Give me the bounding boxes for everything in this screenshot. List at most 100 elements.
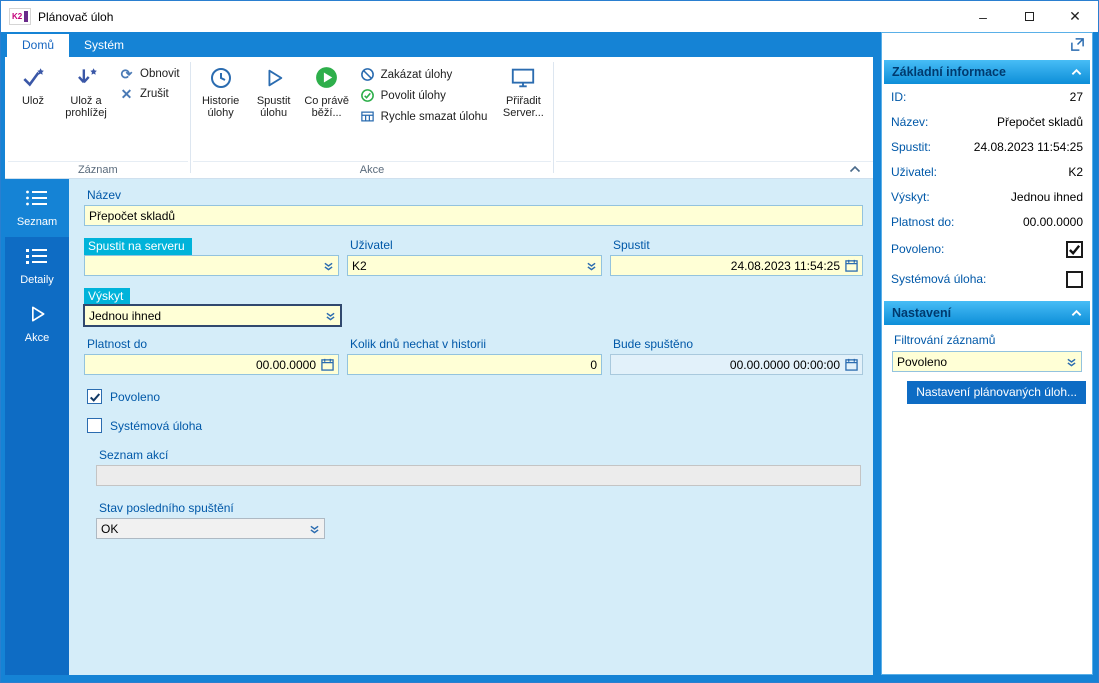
action-list-field bbox=[96, 465, 861, 486]
ribbon: Ulož Ulož a prohlížej ⟳ Obnovit ✕ Zrušit… bbox=[5, 57, 873, 179]
run-task-button[interactable]: Spustit úlohu bbox=[249, 60, 299, 161]
task-history-button[interactable]: Historie úlohy bbox=[193, 60, 249, 161]
ribbon-separator bbox=[189, 62, 191, 173]
enabled-checkbox[interactable] bbox=[87, 389, 102, 404]
play-circle-icon bbox=[314, 63, 339, 92]
filter-records-label: Filtrování záznamů bbox=[894, 333, 996, 347]
info-row-povoleno: Povoleno: bbox=[882, 234, 1092, 264]
chevron-up-icon[interactable] bbox=[1071, 309, 1082, 317]
ribbon-collapse-button[interactable] bbox=[849, 162, 861, 178]
calendar-icon[interactable] bbox=[845, 259, 858, 272]
sidebar-item-seznam[interactable]: Seznam bbox=[5, 179, 69, 237]
system-task-checkbox[interactable] bbox=[87, 418, 102, 433]
window-frame: Domů Systém Ulož Ulož a prohlížej ⟳ Obno… bbox=[1, 32, 1098, 682]
name-label: Název bbox=[87, 188, 122, 202]
chevron-down-icon[interactable] bbox=[325, 311, 336, 321]
save-button[interactable]: Ulož bbox=[8, 60, 58, 161]
valid-until-label: Platnost do bbox=[87, 337, 148, 351]
window-controls: – ✕ bbox=[960, 1, 1098, 32]
start-datetime-input[interactable]: 24.08.2023 11:54:25 bbox=[610, 255, 863, 276]
occurrence-label: Výskyt bbox=[84, 288, 131, 305]
run-on-server-combo[interactable] bbox=[84, 255, 339, 276]
cancel-button[interactable]: ✕ Zrušit bbox=[118, 87, 180, 101]
prohibit-icon bbox=[359, 67, 376, 82]
titlebar: K2 Plánovač úloh – ✕ bbox=[1, 1, 1098, 32]
basic-info-header[interactable]: Základní informace bbox=[884, 60, 1090, 84]
chevron-down-icon[interactable] bbox=[1066, 357, 1077, 367]
group-label-zaznam: Záznam bbox=[8, 161, 188, 178]
task-detail-form: Název Přepočet skladů Spustit na serveru bbox=[69, 179, 873, 675]
save-icon bbox=[20, 63, 46, 92]
occurrence-combo[interactable]: Jednou ihned bbox=[83, 304, 342, 327]
assign-server-button[interactable]: Přiřadit Server... bbox=[495, 60, 551, 161]
refresh-button[interactable]: ⟳ Obnovit bbox=[118, 67, 180, 81]
sidebar-item-detaily[interactable]: Detaily bbox=[5, 237, 69, 295]
check-circle-icon bbox=[359, 88, 376, 103]
user-combo[interactable]: K2 bbox=[347, 255, 602, 276]
save-and-view-button[interactable]: Ulož a prohlížej bbox=[58, 60, 114, 161]
right-info-panel: Základní informace ID: 27 Název: Přepoče… bbox=[881, 32, 1093, 675]
last-run-status-combo[interactable]: OK bbox=[96, 518, 325, 539]
chevron-down-icon[interactable] bbox=[309, 524, 320, 534]
info-row-uzivatel: Uživatel: K2 bbox=[891, 164, 1083, 179]
save-and-view-icon bbox=[73, 63, 99, 92]
info-row-vyskyt: Výskyt: Jednou ihned bbox=[891, 189, 1083, 204]
system-task-checkbox-row: Systémová úloha bbox=[87, 418, 873, 433]
run-on-server-label: Spustit na serveru bbox=[84, 238, 192, 255]
left-sidebar: Seznam Detaily Akce bbox=[5, 179, 69, 675]
cancel-icon: ✕ bbox=[120, 86, 133, 102]
minimize-icon: – bbox=[979, 8, 987, 25]
ribbon-separator bbox=[553, 62, 555, 173]
settings-header[interactable]: Nastavení bbox=[884, 301, 1090, 325]
enable-tasks-button[interactable]: Povolit úlohy bbox=[359, 88, 488, 103]
currently-running-button[interactable]: Co právě běží... bbox=[299, 60, 355, 161]
maximize-icon bbox=[1024, 12, 1034, 21]
valid-until-input[interactable]: 00.00.0000 bbox=[84, 354, 339, 375]
chevron-down-icon[interactable] bbox=[323, 261, 334, 271]
tab-domu[interactable]: Domů bbox=[7, 34, 70, 57]
name-input[interactable]: Přepočet skladů bbox=[84, 205, 863, 226]
next-run-label: Bude spuštěno bbox=[613, 337, 694, 351]
clock-icon bbox=[209, 63, 233, 92]
calendar-icon[interactable] bbox=[321, 358, 334, 371]
close-button[interactable]: ✕ bbox=[1052, 1, 1098, 32]
disable-tasks-button[interactable]: Zakázat úlohy bbox=[359, 67, 488, 82]
system-task-label: Systémová úloha bbox=[110, 418, 203, 433]
start-label: Spustit bbox=[613, 238, 650, 252]
history-days-input[interactable]: 0 bbox=[347, 354, 602, 375]
group-label-akce: Akce bbox=[192, 161, 552, 178]
window-title: Plánovač úloh bbox=[38, 9, 114, 24]
chevron-down-icon[interactable] bbox=[586, 261, 597, 271]
chevron-up-icon[interactable] bbox=[1071, 68, 1082, 76]
enabled-checkbox-row: Povoleno bbox=[87, 389, 873, 404]
last-run-status-label: Stav posledního spuštění bbox=[99, 501, 234, 515]
play-icon bbox=[263, 63, 285, 92]
maximize-button[interactable] bbox=[1006, 1, 1052, 32]
quick-delete-task-button[interactable]: Rychle smazat úlohu bbox=[359, 109, 487, 124]
user-label: Uživatel bbox=[350, 238, 393, 252]
tab-system[interactable]: Systém bbox=[69, 34, 139, 57]
info-row-platnost: Platnost do: 00.00.0000 bbox=[891, 214, 1083, 229]
ribbon-group-akce: Historie úlohy Spustit úlohu Co právě bě… bbox=[192, 57, 552, 178]
app-icon: K2 bbox=[9, 8, 31, 25]
minimize-button[interactable]: – bbox=[960, 1, 1006, 32]
list-icon bbox=[25, 188, 49, 211]
grid-delete-icon bbox=[359, 109, 376, 124]
monitor-icon bbox=[510, 63, 536, 92]
scheduled-tasks-settings-button[interactable]: Nastavení plánovaných úloh... bbox=[907, 381, 1086, 404]
play-outline-icon bbox=[27, 304, 47, 327]
info-row-nazev: Název: Přepočet skladů bbox=[891, 114, 1083, 129]
info-row-spustit: Spustit: 24.08.2023 11:54:25 bbox=[891, 139, 1083, 154]
info-row-systemova: Systémová úloha: bbox=[882, 264, 1092, 294]
close-icon: ✕ bbox=[1069, 8, 1081, 24]
ribbon-group-zaznam: Ulož Ulož a prohlížej ⟳ Obnovit ✕ Zrušit… bbox=[8, 57, 188, 178]
info-enabled-checkbox bbox=[1066, 240, 1083, 258]
details-icon bbox=[25, 246, 49, 269]
info-row-id: ID: 27 bbox=[891, 89, 1083, 104]
ribbon-tab-bar: Domů Systém bbox=[5, 32, 873, 57]
action-list-label: Seznam akcí bbox=[99, 448, 169, 462]
refresh-icon: ⟳ bbox=[120, 66, 133, 82]
filter-records-combo[interactable]: Povoleno bbox=[892, 351, 1082, 372]
sidebar-item-akce[interactable]: Akce bbox=[5, 295, 69, 353]
undock-panel-icon[interactable] bbox=[1070, 37, 1085, 57]
